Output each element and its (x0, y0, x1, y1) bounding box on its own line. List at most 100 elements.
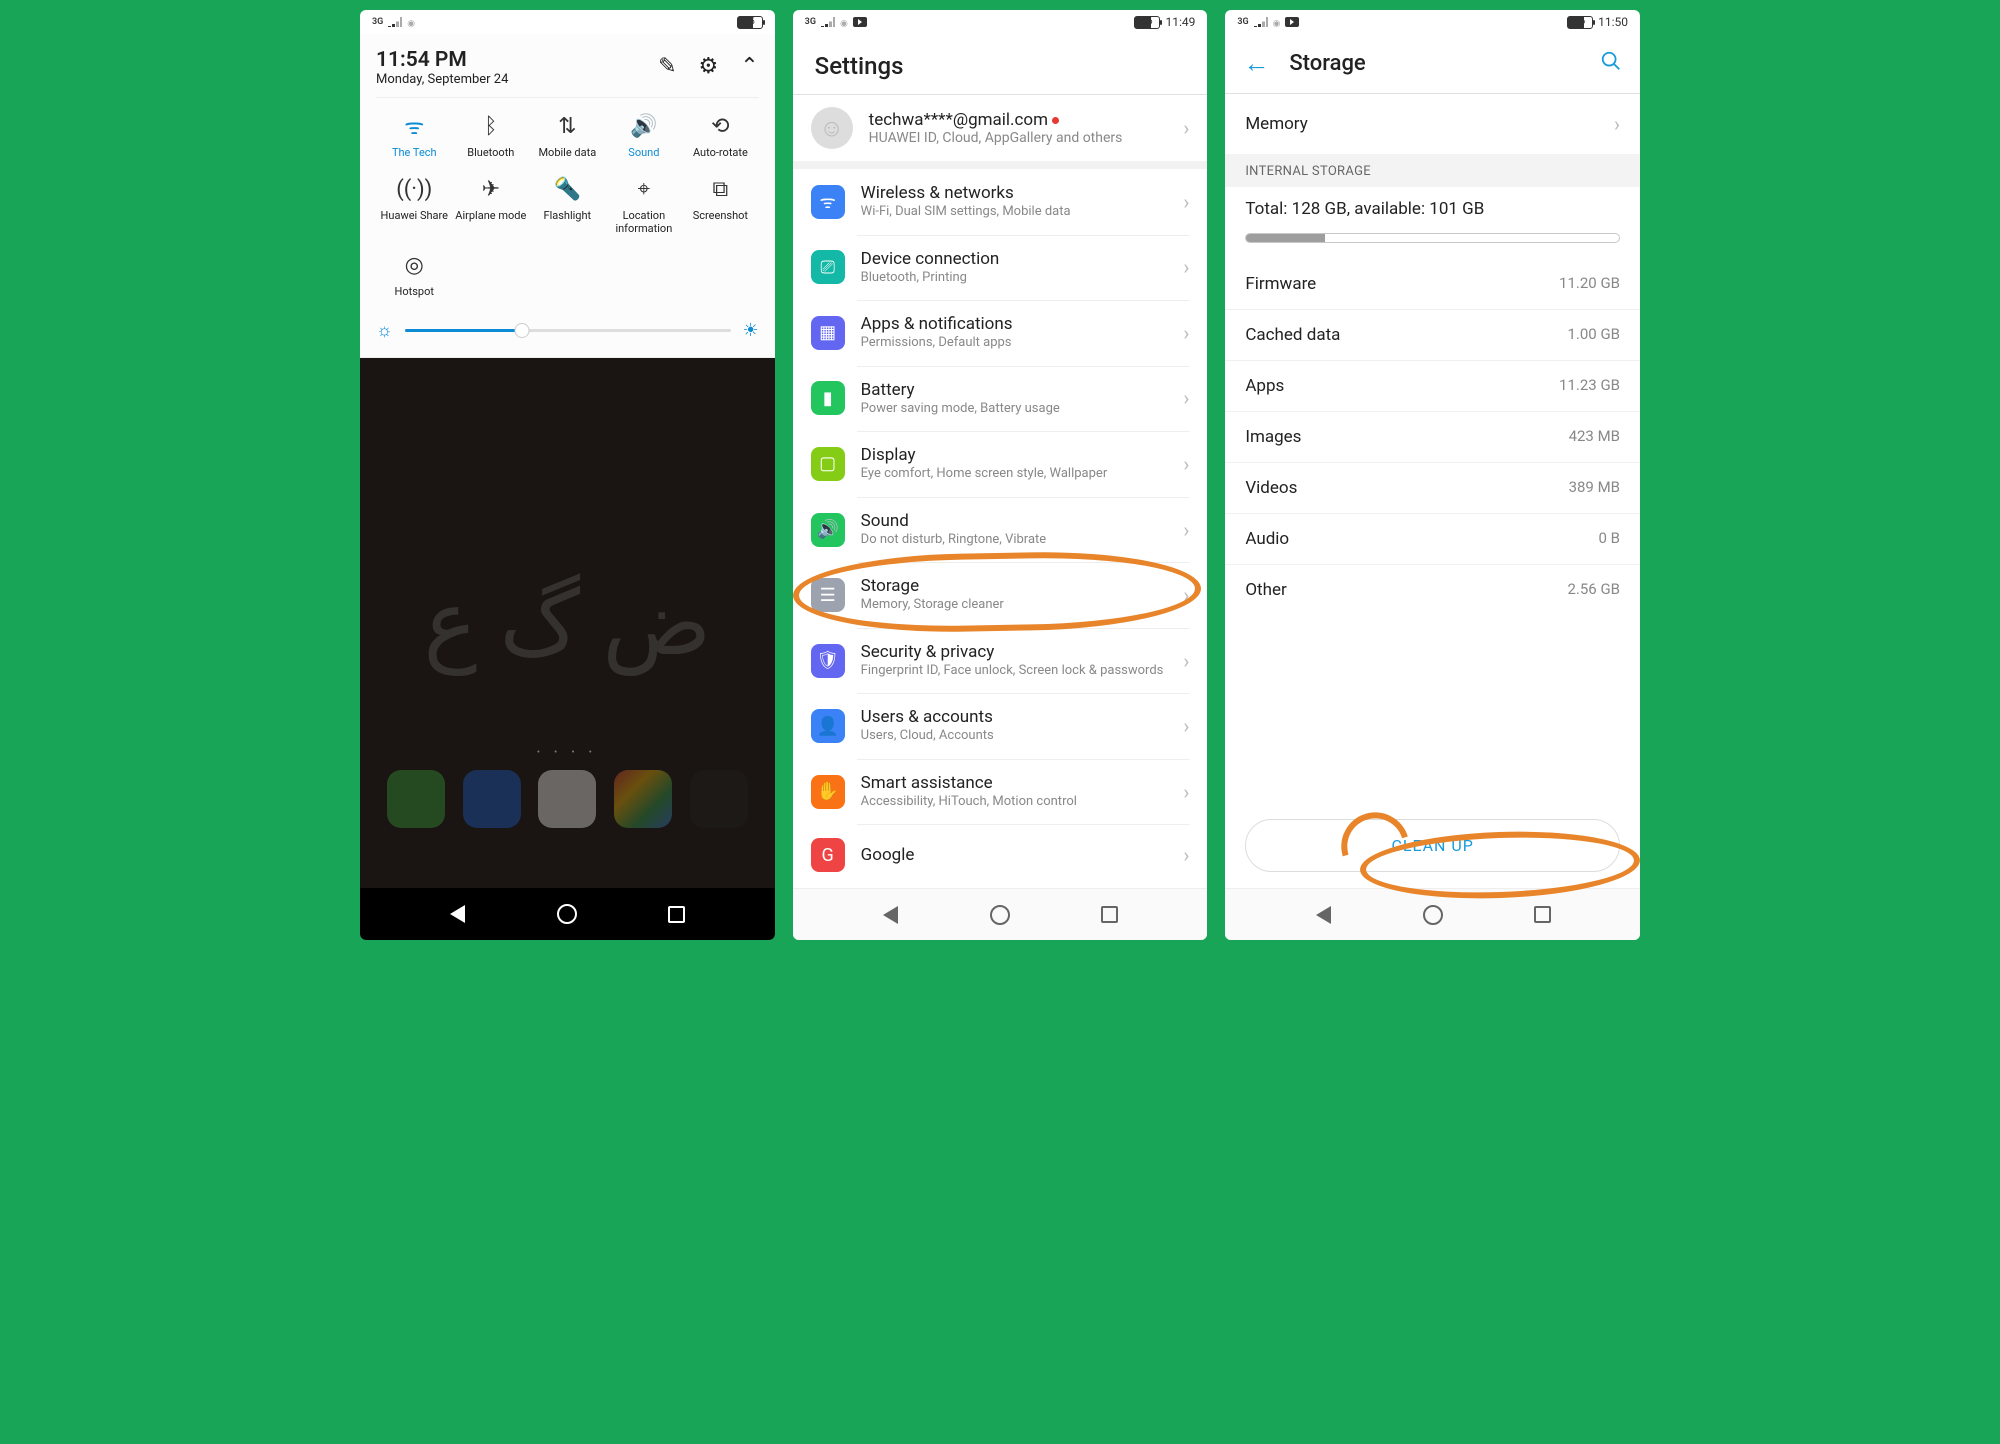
qs-tile-label: Auto-rotate (693, 146, 748, 159)
home-wallpaper: • • • • (360, 358, 775, 888)
storage-row-value: 389 MB (1569, 478, 1620, 498)
chevron-right-icon: › (1183, 583, 1189, 607)
qs-tile-huaweishare-icon[interactable]: ((·)) Huawei Share (376, 177, 453, 235)
row-title: Device connection (861, 249, 1000, 269)
chevron-right-icon: › (1183, 321, 1189, 345)
edit-icon[interactable]: ✎ (658, 54, 676, 79)
back-arrow-icon[interactable]: ← (1243, 48, 1269, 79)
row-subtitle: Wi-Fi, Dual SIM settings, Mobile data (861, 203, 1071, 221)
account-email: techwa****@gmail.com (869, 110, 1048, 130)
settings-row[interactable]: ▦ Apps & notifications Permissions, Defa… (793, 300, 1208, 366)
signal-bars-icon (1254, 17, 1268, 27)
bluetooth-icon: ᛒ (484, 114, 497, 138)
settings-row[interactable]: ▢ Display Eye comfort, Home screen style… (793, 431, 1208, 497)
flashlight-icon: 🔦 (554, 177, 581, 201)
row-title: Storage (861, 576, 1004, 596)
qs-tile-flashlight-icon[interactable]: 🔦 Flashlight (529, 177, 606, 235)
brightness-low-icon: ☼ (376, 320, 393, 341)
phone-storage: 3G 66 11:50 ← Storage Memory › IN (1225, 10, 1640, 940)
phone-quick-settings: 3G 65 11:54 PM Monday, September 24 ✎ ⚙ (360, 10, 775, 940)
row-icon: ᯤ (811, 185, 845, 219)
qs-tile-label: The Tech (392, 146, 437, 159)
network-indicator: 3G (805, 17, 816, 27)
back-button[interactable] (878, 903, 902, 927)
settings-row[interactable]: ᯤ Wireless & networks Wi-Fi, Dual SIM se… (793, 169, 1208, 235)
settings-row[interactable]: 🔊 Sound Do not disturb, Ringtone, Vibrat… (793, 497, 1208, 563)
recents-button[interactable] (1530, 903, 1554, 927)
settings-row[interactable]: ☰ Storage Memory, Storage cleaner › (793, 562, 1208, 628)
messages-app-icon[interactable] (463, 770, 521, 828)
status-bar: 3G 66 11:49 (793, 10, 1208, 34)
settings-row[interactable]: G Google › (793, 824, 1208, 886)
row-title: Apps & notifications (861, 314, 1013, 334)
qs-tile-mobiledata-icon[interactable]: ⇅ Mobile data (529, 114, 606, 159)
alert-dot-icon (1052, 117, 1059, 124)
wifi-status-icon (1273, 16, 1281, 29)
status-bar: 3G 66 11:50 (1225, 10, 1640, 34)
chrome-app-icon[interactable] (614, 770, 672, 828)
chevron-right-icon: › (1183, 843, 1189, 867)
qs-tile-autorotate-icon[interactable]: ⟲ Auto-rotate (682, 114, 759, 159)
gear-icon[interactable]: ⚙ (699, 54, 719, 79)
settings-row[interactable]: ▮ Battery Power saving mode, Battery usa… (793, 366, 1208, 432)
row-subtitle: Do not disturb, Ringtone, Vibrate (861, 531, 1047, 549)
chevron-right-icon: › (1183, 386, 1189, 410)
storage-row[interactable]: Videos 389 MB (1225, 462, 1640, 513)
memory-row[interactable]: Memory › (1225, 94, 1640, 154)
recents-button[interactable] (665, 902, 689, 926)
back-button[interactable] (446, 902, 470, 926)
row-subtitle: Power saving mode, Battery usage (861, 400, 1060, 418)
brightness-slider[interactable]: ☼ ☀ (376, 320, 759, 341)
row-title: Sound (861, 511, 1047, 531)
qs-tile-label: Mobile data (538, 146, 596, 159)
chevron-right-icon: › (1183, 255, 1189, 279)
settings-row[interactable]: ✋ Smart assistance Accessibility, HiTouc… (793, 759, 1208, 825)
settings-row[interactable]: 🛡 Security & privacy Fingerprint ID, Fac… (793, 628, 1208, 694)
storage-row[interactable]: Cached data 1.00 GB (1225, 309, 1640, 360)
location-icon: ⌖ (638, 177, 650, 201)
collapse-icon[interactable]: ⌃ (740, 54, 758, 79)
account-row[interactable]: ☺ techwa****@gmail.com HUAWEI ID, Cloud,… (793, 95, 1208, 169)
storage-row[interactable]: Audio 0 B (1225, 513, 1640, 564)
search-icon[interactable] (1600, 50, 1622, 78)
storage-row-value: 11.23 GB (1559, 376, 1620, 396)
home-button[interactable] (1421, 903, 1445, 927)
row-subtitle: Eye comfort, Home screen style, Wallpape… (861, 465, 1108, 483)
chevron-right-icon: › (1183, 518, 1189, 542)
settings-row[interactable]: 👤 Users & accounts Users, Cloud, Account… (793, 693, 1208, 759)
storage-row-label: Audio (1245, 529, 1289, 549)
network-indicator: 3G (372, 17, 383, 27)
qs-tile-label: Bluetooth (467, 146, 514, 159)
back-button[interactable] (1311, 903, 1335, 927)
qs-tile-wifi-icon[interactable]: ᯤ The Tech (376, 114, 453, 159)
qs-tile-airplane-icon[interactable]: ✈ Airplane mode (453, 177, 530, 235)
storage-row[interactable]: Apps 11.23 GB (1225, 360, 1640, 411)
qs-tile-sound-icon[interactable]: 🔊 Sound (606, 114, 683, 159)
clock-date: Monday, September 24 (376, 72, 508, 87)
home-button[interactable] (988, 903, 1012, 927)
nav-bar (793, 888, 1208, 940)
qs-tile-hotspot-icon[interactable]: ◎ Hotspot (376, 253, 453, 298)
storage-row[interactable]: Firmware 11.20 GB (1225, 259, 1640, 309)
quick-settings-panel: 11:54 PM Monday, September 24 ✎ ⚙ ⌃ ᯤ Th… (360, 34, 775, 358)
wifi-status-icon (840, 16, 848, 29)
row-icon: G (811, 838, 845, 872)
home-button[interactable] (555, 902, 579, 926)
camera-app-icon[interactable] (690, 770, 748, 828)
qs-tile-bluetooth-icon[interactable]: ᛒ Bluetooth (453, 114, 530, 159)
section-header: INTERNAL STORAGE (1225, 154, 1640, 187)
storage-row[interactable]: Other 2.56 GB (1225, 564, 1640, 615)
recents-button[interactable] (1098, 903, 1122, 927)
drawer-app-icon[interactable] (538, 770, 596, 828)
row-title: Google (861, 845, 915, 865)
chevron-right-icon: › (1183, 649, 1189, 673)
settings-row[interactable]: ⎚ Device connection Bluetooth, Printing … (793, 235, 1208, 301)
cleanup-button[interactable]: CLEAN UP (1245, 819, 1620, 872)
row-title: Smart assistance (861, 773, 1077, 793)
qs-tile-location-icon[interactable]: ⌖ Location information (606, 177, 683, 235)
airplane-icon: ✈ (482, 177, 500, 201)
storage-bar (1245, 233, 1620, 243)
qs-tile-screenshot-icon[interactable]: ⧉ Screenshot (682, 177, 759, 235)
storage-row[interactable]: Images 423 MB (1225, 411, 1640, 462)
phone-app-icon[interactable] (387, 770, 445, 828)
